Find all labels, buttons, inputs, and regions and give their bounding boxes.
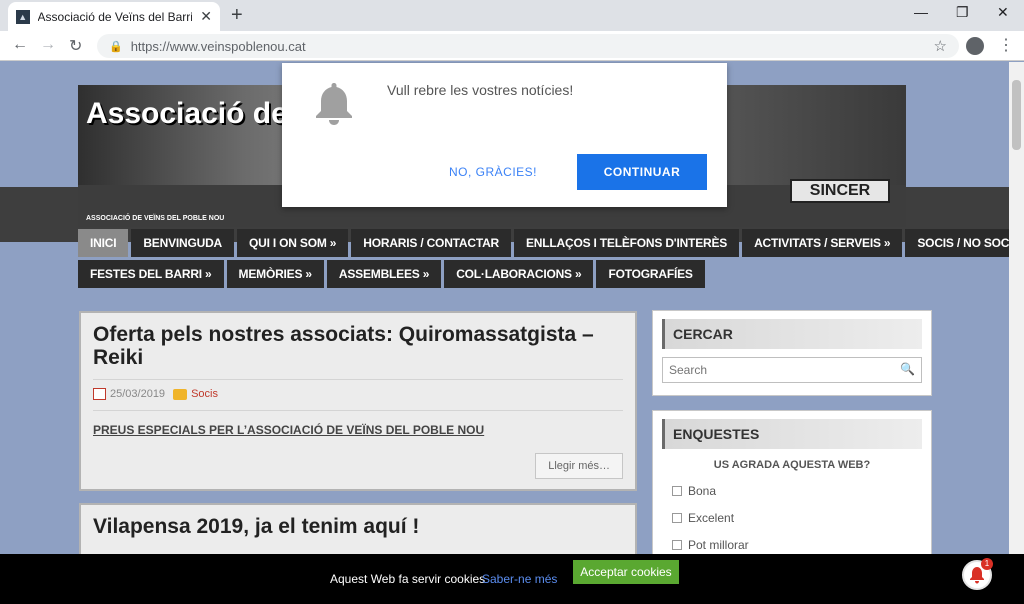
tab-title: Associació de Veïns del Barri del bbox=[37, 9, 193, 24]
tab-close-icon[interactable]: ✕ bbox=[200, 8, 212, 25]
sincer-sign: SINCER bbox=[790, 179, 890, 203]
post-excerpt-link[interactable]: PREUS ESPECIALS PER L’ASSOCIACIÓ DE VEÏN… bbox=[93, 410, 623, 437]
page-viewport: Associació de Veïns d ASSOCIACIÓ DE VEÏN… bbox=[0, 62, 1024, 604]
bookmark-star-icon[interactable]: ☆ bbox=[934, 37, 947, 55]
decline-button[interactable]: NO, GRÀCIES! bbox=[449, 165, 537, 179]
post-date: 25/03/2019 bbox=[110, 388, 166, 400]
post-meta: 25/03/2019 Socis bbox=[93, 379, 623, 400]
folder-icon bbox=[173, 388, 188, 400]
lock-icon: 🔒 bbox=[109, 40, 123, 53]
poll-checkbox[interactable] bbox=[672, 486, 682, 496]
poll-option-label: Pot millorar bbox=[688, 538, 749, 552]
read-more-button[interactable]: Llegir més… bbox=[535, 453, 623, 479]
scrollbar-thumb[interactable] bbox=[1012, 80, 1021, 150]
cookie-text: Aquest Web fa servir cookies bbox=[330, 572, 486, 586]
poll-options: Bona Excelent Pot millorar bbox=[662, 484, 922, 552]
address-bar[interactable]: 🔒 https://www.veinspoblenou.cat ☆ bbox=[97, 34, 959, 58]
browser-tab[interactable]: ▲ Associació de Veïns del Barri del ✕ bbox=[8, 2, 220, 31]
minimize-button[interactable]: — bbox=[914, 4, 928, 20]
bell-icon bbox=[316, 83, 352, 125]
menu-item[interactable]: HORARIS / CONTACTAR bbox=[351, 229, 511, 257]
site-favicon-icon: ▲ bbox=[16, 9, 30, 24]
close-window-button[interactable]: ✕ bbox=[997, 4, 1009, 21]
poll-option-label: Bona bbox=[688, 484, 717, 498]
main-menu: INICI BENVINGUDA QUI I ON SOM » HORARIS / C… bbox=[78, 229, 1024, 291]
search-icon[interactable]: 🔍 bbox=[900, 362, 915, 376]
poll-checkbox[interactable] bbox=[672, 540, 682, 550]
browser-toolbar: ← → ↻ 🔒 https://www.veinspoblenou.cat ☆ … bbox=[0, 31, 1024, 61]
reload-icon[interactable]: ↻ bbox=[69, 36, 82, 56]
search-box: 🔍 bbox=[662, 357, 922, 383]
search-input[interactable] bbox=[663, 358, 893, 382]
forward-arrow-icon[interactable]: → bbox=[40, 36, 56, 54]
notification-prompt: Vull rebre les vostres notícies! NO, GRÀ… bbox=[282, 63, 727, 207]
menu-item[interactable]: QUI I ON SOM » bbox=[237, 229, 349, 257]
post-category-link[interactable]: Socis bbox=[191, 388, 218, 400]
poll-question: US AGRADA AQUESTA WEB? bbox=[713, 459, 871, 471]
notification-badge: 1 bbox=[981, 558, 993, 570]
menu-item[interactable]: FESTES DEL BARRI » bbox=[78, 260, 224, 288]
menu-kebab-icon[interactable]: ⋮ bbox=[998, 35, 1014, 55]
poll-checkbox[interactable] bbox=[672, 513, 682, 523]
post-title[interactable]: Vilapensa 2019, ja el tenim aquí ! bbox=[81, 505, 635, 538]
menu-item[interactable]: SOCIS / NO SOCIS / VEÏNS… » bbox=[905, 229, 1024, 257]
menu-item[interactable]: MEMÒRIES » bbox=[226, 260, 324, 288]
profile-avatar-icon[interactable] bbox=[966, 37, 984, 55]
search-widget: CERCAR 🔍 bbox=[652, 310, 932, 396]
page-scrollbar[interactable] bbox=[1009, 62, 1024, 604]
search-widget-title: CERCAR bbox=[662, 319, 922, 349]
menu-item[interactable]: ACTIVITATS / SERVEIS » bbox=[742, 229, 903, 257]
menu-item[interactable]: ENLLAÇOS I TELÈFONS D'INTERÈS bbox=[514, 229, 740, 257]
menu-item[interactable]: ASSEMBLEES » bbox=[326, 260, 442, 288]
menu-item[interactable]: BENVINGUDA bbox=[131, 229, 235, 257]
prompt-message: Vull rebre les vostres notícies! bbox=[387, 82, 574, 98]
menu-row-2: FESTES DEL BARRI » MEMÒRIES » ASSEMBLEES »… bbox=[78, 260, 910, 288]
menu-item[interactable]: FOTOGRAFÍES bbox=[596, 260, 705, 288]
url-text: https://www.veinspoblenou.cat bbox=[130, 38, 306, 54]
poll-option[interactable]: Pot millorar bbox=[662, 538, 922, 552]
browser-tab-bar: ▲ Associació de Veïns del Barri del ✕ + … bbox=[0, 0, 1024, 31]
cookie-bar: Aquest Web fa servir cookies Saber-ne mé… bbox=[0, 554, 1024, 604]
back-arrow-icon[interactable]: ← bbox=[12, 36, 28, 54]
calendar-icon bbox=[93, 388, 106, 400]
menu-row-1: INICI BENVINGUDA QUI I ON SOM » HORARIS / C… bbox=[78, 229, 1024, 257]
menu-item[interactable]: COL·LABORACIONS » bbox=[444, 260, 594, 288]
poll-option[interactable]: Bona bbox=[662, 484, 922, 498]
poll-option[interactable]: Excelent bbox=[662, 511, 922, 525]
post-card: Oferta pels nostres associats: Quiromass… bbox=[79, 311, 637, 491]
post-title[interactable]: Oferta pels nostres associats: Quiromass… bbox=[81, 313, 635, 369]
site-brand-subtitle: ASSOCIACIÓ DE VEÏNS DEL POBLE NOU bbox=[86, 215, 225, 222]
poll-option-label: Excelent bbox=[688, 511, 735, 525]
new-tab-button[interactable]: + bbox=[231, 4, 243, 26]
continue-button[interactable]: CONTINUAR bbox=[577, 154, 707, 190]
menu-item[interactable]: INICI bbox=[78, 229, 129, 257]
poll-widget-title: ENQUESTES bbox=[662, 419, 922, 449]
accept-cookies-button[interactable]: Acceptar cookies bbox=[573, 560, 679, 584]
notification-bell-widget[interactable]: 1 bbox=[962, 558, 993, 590]
cookie-info-link[interactable]: Saber-ne més bbox=[482, 572, 557, 586]
restore-button[interactable]: ❐ bbox=[956, 4, 969, 21]
